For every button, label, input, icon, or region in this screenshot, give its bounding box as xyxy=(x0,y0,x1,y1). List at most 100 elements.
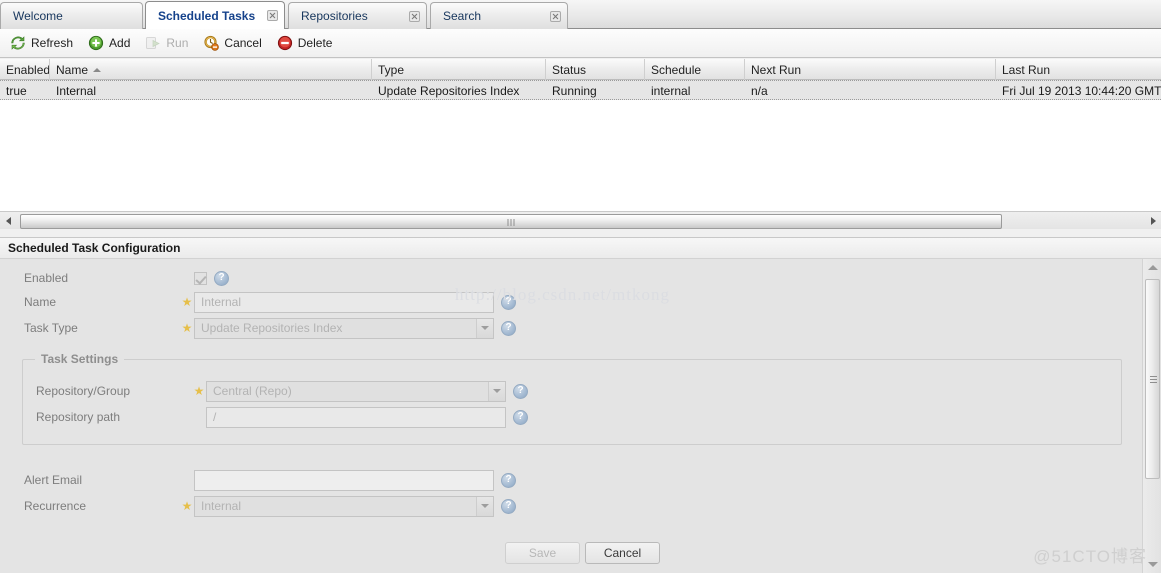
column-header-next-run[interactable]: Next Run xyxy=(745,59,996,80)
chevron-down-icon[interactable] xyxy=(476,497,493,516)
column-header-label: Name xyxy=(56,63,88,77)
alert-email-input[interactable] xyxy=(194,470,494,491)
grid-header-row: Enabled Name Type Status Schedule Next R… xyxy=(0,59,1161,80)
column-header-label: Schedule xyxy=(651,63,701,77)
tab-strip: Welcome Scheduled Tasks Repositories Sea… xyxy=(0,0,1161,29)
horizontal-scroll-thumb[interactable] xyxy=(20,214,1002,229)
field-alert-email: Alert Email ★ ? xyxy=(0,469,516,491)
grip-icon xyxy=(508,219,515,226)
chevron-down-icon[interactable] xyxy=(488,382,505,401)
page-title: Scheduled Task Configuration xyxy=(8,241,180,255)
close-icon[interactable] xyxy=(550,11,561,22)
column-header-label: Type xyxy=(378,63,404,77)
help-icon[interactable]: ? xyxy=(513,410,528,425)
config-form: Enabled ★ ? Name ★ Internal ? Task Type … xyxy=(0,259,1140,573)
field-label-task-type: Task Type xyxy=(0,321,180,335)
field-enabled: Enabled ★ ? xyxy=(0,267,229,289)
grid-horizontal-scrollbar[interactable] xyxy=(0,211,1161,229)
tab-repositories[interactable]: Repositories xyxy=(288,2,427,29)
field-label-recurrence: Recurrence xyxy=(0,499,180,513)
help-icon[interactable]: ? xyxy=(501,499,516,514)
cancel-task-button[interactable]: Cancel xyxy=(199,32,270,54)
run-icon xyxy=(145,35,161,51)
column-header-type[interactable]: Type xyxy=(372,59,546,80)
required-star: ★ xyxy=(180,322,194,334)
add-icon xyxy=(88,35,104,51)
column-header-label: Status xyxy=(552,63,586,77)
save-button-label: Save xyxy=(529,546,556,560)
delete-button-label: Delete xyxy=(298,36,333,50)
cell-enabled: true xyxy=(0,81,50,100)
tab-scheduled-tasks[interactable]: Scheduled Tasks xyxy=(145,1,285,29)
help-icon[interactable]: ? xyxy=(501,321,516,336)
repository-path-input[interactable]: / xyxy=(206,407,506,428)
recurrence-select[interactable]: Internal xyxy=(194,496,494,517)
save-button: Save xyxy=(505,542,580,564)
chevron-down-icon[interactable] xyxy=(476,319,493,338)
field-recurrence: Recurrence ★ Internal ? xyxy=(0,495,516,517)
column-header-status[interactable]: Status xyxy=(546,59,645,80)
scheduled-tasks-grid: Enabled Name Type Status Schedule Next R… xyxy=(0,59,1161,211)
grid-empty-area xyxy=(0,100,1161,209)
scroll-up-icon[interactable] xyxy=(1143,259,1161,276)
field-label-enabled: Enabled xyxy=(0,271,180,285)
config-vertical-scrollbar[interactable] xyxy=(1142,259,1161,573)
help-icon[interactable]: ? xyxy=(501,473,516,488)
scroll-right-icon[interactable] xyxy=(1145,213,1161,229)
tab-welcome[interactable]: Welcome xyxy=(0,2,143,29)
cancel-button[interactable]: Cancel xyxy=(585,542,660,564)
cell-last-run: Fri Jul 19 2013 10:44:20 GMT+08 xyxy=(996,81,1161,100)
help-icon[interactable]: ? xyxy=(501,295,516,310)
field-label-name: Name xyxy=(0,295,180,309)
sort-ascending-icon xyxy=(93,68,101,72)
delete-icon xyxy=(277,35,293,51)
column-header-label: Last Run xyxy=(1002,63,1050,77)
required-star: ★ xyxy=(180,272,194,284)
delete-button[interactable]: Delete xyxy=(273,32,342,54)
cell-status: Running xyxy=(546,81,645,100)
field-name: Name ★ Internal ? xyxy=(0,291,516,313)
field-label-repository-path: Repository path xyxy=(12,410,192,424)
horizontal-scroll-track[interactable] xyxy=(16,213,1145,229)
tab-label: Welcome xyxy=(13,9,136,23)
refresh-button[interactable]: Refresh xyxy=(6,32,82,54)
task-type-select[interactable]: Update Repositories Index xyxy=(194,318,494,339)
cell-schedule: internal xyxy=(645,81,745,100)
required-star: ★ xyxy=(180,474,194,486)
enabled-checkbox[interactable] xyxy=(194,272,207,285)
tab-label: Scheduled Tasks xyxy=(158,9,257,23)
repository-group-select[interactable]: Central (Repo) xyxy=(206,381,506,402)
column-header-label: Enabled xyxy=(6,63,50,77)
column-header-last-run[interactable]: Last Run xyxy=(996,59,1161,80)
task-type-value: Update Repositories Index xyxy=(201,321,342,335)
scroll-down-icon[interactable] xyxy=(1143,556,1161,573)
run-button: Run xyxy=(141,32,197,54)
column-header-enabled[interactable]: Enabled xyxy=(0,59,50,80)
help-icon[interactable]: ? xyxy=(214,271,229,286)
close-icon[interactable] xyxy=(409,11,420,22)
tab-search[interactable]: Search xyxy=(430,2,568,29)
close-icon[interactable] xyxy=(267,10,278,21)
table-row[interactable]: true Internal Update Repositories Index … xyxy=(0,80,1161,100)
field-repository-group: Repository/Group ★ Central (Repo) ? xyxy=(12,380,528,402)
field-label-repository-group: Repository/Group xyxy=(12,384,192,398)
required-star: ★ xyxy=(192,411,206,423)
run-button-label: Run xyxy=(166,36,188,50)
cell-next-run: n/a xyxy=(745,81,996,100)
add-button-label: Add xyxy=(109,36,130,50)
column-header-schedule[interactable]: Schedule xyxy=(645,59,745,80)
task-settings-legend: Task Settings xyxy=(35,352,124,366)
vertical-scroll-thumb[interactable] xyxy=(1145,279,1160,479)
cancel-button-label: Cancel xyxy=(604,546,641,560)
field-repository-path: Repository path ★ / ? xyxy=(12,406,528,428)
recurrence-value: Internal xyxy=(201,499,241,513)
cell-name: Internal xyxy=(50,81,372,100)
config-panel-title: Scheduled Task Configuration xyxy=(0,237,1161,259)
field-label-alert-email: Alert Email xyxy=(0,473,180,487)
help-icon[interactable]: ? xyxy=(513,384,528,399)
scroll-left-icon[interactable] xyxy=(0,213,16,229)
name-input[interactable]: Internal xyxy=(194,292,494,313)
column-header-label: Next Run xyxy=(751,63,801,77)
add-button[interactable]: Add xyxy=(84,32,139,54)
column-header-name[interactable]: Name xyxy=(50,59,372,80)
